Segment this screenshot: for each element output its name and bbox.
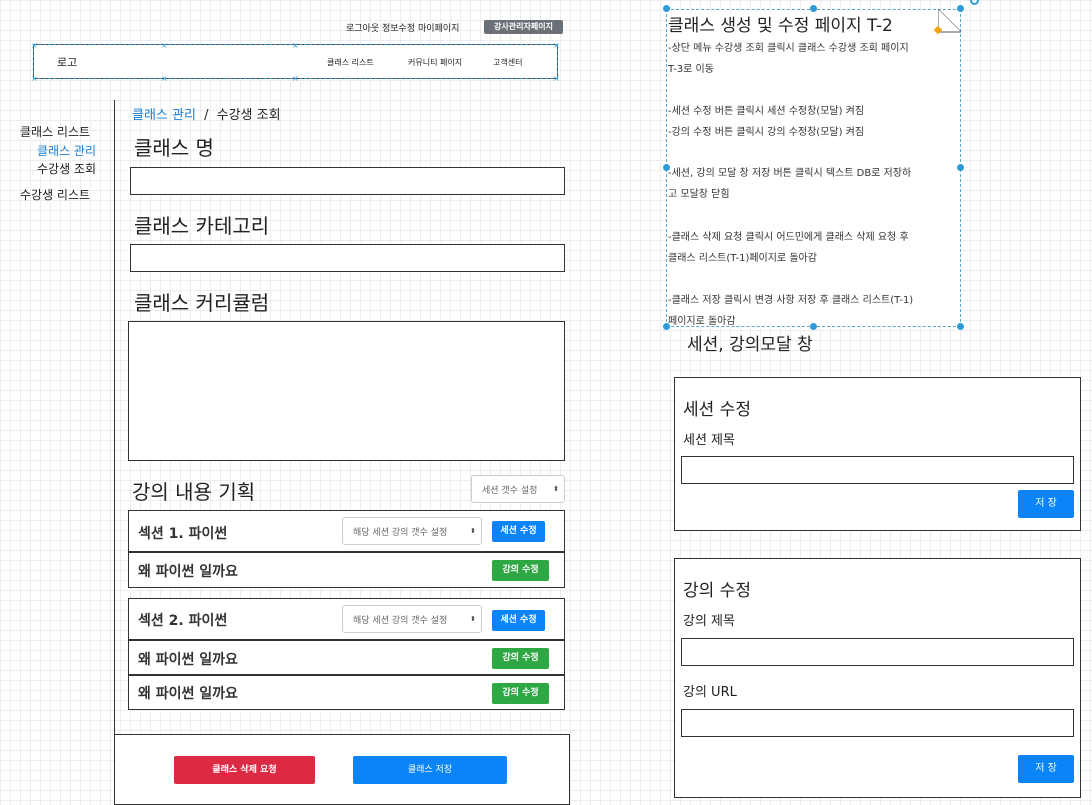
- breadcrumb: 클래스 관리 / 수강생 조회: [132, 104, 281, 123]
- session-edit-modal: 세션 수정 세션 제목 저 장: [674, 377, 1081, 531]
- selection-marker: ×: [31, 41, 38, 50]
- resize-handle[interactable]: [663, 164, 670, 171]
- resize-handle[interactable]: [957, 164, 964, 171]
- lecture-title: 왜 파이썬 일까요: [138, 564, 238, 580]
- session-title-input[interactable]: [681, 456, 1074, 484]
- class-delete-request-button[interactable]: 클래스 삭제 요청: [174, 756, 315, 784]
- session-modal-save-button[interactable]: 저 장: [1018, 490, 1074, 518]
- session-edit-button[interactable]: 세션 수정: [492, 521, 545, 542]
- sidebar-item-student-list[interactable]: 수강생 리스트: [20, 186, 90, 203]
- note-line: T-3로 이동: [668, 64, 714, 75]
- session-count-select-value: 세션 갯수 설정: [482, 485, 538, 496]
- class-name-label: 클래스 명: [134, 136, 214, 160]
- note-line: 페이지로 돌아감: [668, 316, 736, 327]
- lecture-plan-label: 강의 내용 기획: [132, 480, 256, 504]
- session-row: 섹션 1. 파이썬 해당 세션 강의 갯수 설정 ⬍ 세션 수정: [128, 510, 565, 552]
- sidebar-item-class-manage[interactable]: 클래스 관리: [37, 142, 96, 159]
- selection-marker: ×: [31, 74, 38, 83]
- modal-title: 강의 수정: [683, 581, 751, 601]
- class-name-input[interactable]: [130, 167, 565, 195]
- resize-handle[interactable]: [810, 323, 817, 330]
- note-line: 클래스 리스트(T-1)페이지로 돌아감: [668, 253, 817, 264]
- lecture-title: 왜 파이썬 일까요: [138, 686, 238, 702]
- session-count-select[interactable]: 세션 갯수 설정 ⬍: [471, 475, 565, 503]
- lecture-count-select[interactable]: 해당 세션 강의 갯수 설정 ⬍: [342, 517, 482, 545]
- footer-bar: 클래스 삭제 요청 클래스 저장: [114, 734, 570, 805]
- selection-marker: ×: [553, 74, 560, 83]
- selection-marker: ×: [161, 41, 168, 50]
- lecture-count-select[interactable]: 해당 세션 강의 갯수 설정 ⬍: [342, 605, 482, 633]
- note-title: 클래스 생성 및 수정 페이지 T-2: [668, 16, 893, 36]
- sidebar-divider: [114, 100, 115, 800]
- resize-handle[interactable]: [810, 5, 817, 12]
- lecture-url-input[interactable]: [681, 709, 1074, 737]
- class-save-button[interactable]: 클래스 저장: [353, 756, 507, 784]
- modal-caption: 세션, 강의모달 창: [687, 335, 813, 355]
- lecture-row: 왜 파이썬 일까요 강의 수정: [128, 640, 565, 675]
- breadcrumb-current: 수강생 조회: [216, 108, 281, 123]
- resize-handle[interactable]: [663, 5, 670, 12]
- lecture-modal-save-button[interactable]: 저 장: [1018, 755, 1074, 783]
- selection-marker: ×: [161, 74, 168, 83]
- class-curriculum-textarea[interactable]: [128, 321, 565, 461]
- lecture-title-label: 강의 제목: [683, 614, 735, 629]
- lecture-url-label: 강의 URL: [683, 685, 737, 700]
- breadcrumb-link[interactable]: 클래스 관리: [132, 108, 196, 123]
- select-arrows-icon: ⬍: [553, 485, 559, 493]
- lecture-edit-modal: 강의 수정 강의 제목 강의 URL 저 장: [674, 558, 1081, 798]
- lecture-title-input[interactable]: [681, 638, 1074, 666]
- session-title: 섹션 2. 파이썬: [138, 613, 228, 629]
- session-edit-button[interactable]: 세션 수정: [492, 610, 545, 631]
- rotate-handle-icon[interactable]: [970, 0, 979, 5]
- lecture-count-select-value: 해당 세션 강의 갯수 설정: [353, 615, 448, 626]
- session-title: 섹션 1. 파이썬: [138, 526, 228, 542]
- note-line: -클래스 저장 클릭시 변경 사항 저장 후 클래스 리스트(T-1): [668, 295, 914, 306]
- note-line: -상단 메뉴 수강생 조회 클릭시 클래스 수강생 조회 페이지: [668, 43, 909, 54]
- lecture-row: 왜 파이썬 일까요 강의 수정: [128, 552, 565, 588]
- note-line: -강의 수정 버튼 클릭시 강의 수정창(모달) 켜짐: [668, 127, 865, 138]
- lecture-edit-button[interactable]: 강의 수정: [492, 648, 549, 669]
- modal-title: 세션 수정: [683, 400, 751, 420]
- session-title-label: 세션 제목: [683, 433, 735, 448]
- admin-page-badge[interactable]: 강사관리자페이지: [484, 20, 563, 34]
- lecture-row: 왜 파이썬 일까요 강의 수정: [128, 675, 565, 710]
- session-row: 섹션 2. 파이썬 해당 세션 강의 갯수 설정 ⬍ 세션 수정: [128, 598, 565, 640]
- note-line: -세션, 강의 모달 창 저장 버튼 클릭시 텍스트 DB로 저장하: [668, 168, 912, 179]
- resize-handle[interactable]: [957, 323, 964, 330]
- class-curriculum-label: 클래스 커리큘럼: [134, 291, 270, 315]
- note-line: -세션 수정 버튼 클릭시 세션 수정창(모달) 켜짐: [668, 106, 865, 117]
- resize-handle[interactable]: [663, 323, 670, 330]
- breadcrumb-separator: /: [204, 108, 209, 123]
- lecture-edit-button[interactable]: 강의 수정: [492, 560, 549, 581]
- lecture-title: 왜 파이썬 일까요: [138, 652, 238, 668]
- lecture-count-select-value: 해당 세션 강의 갯수 설정: [353, 527, 448, 538]
- class-category-label: 클래스 카테고리: [134, 214, 270, 238]
- select-arrows-icon: ⬍: [470, 527, 476, 535]
- class-category-input[interactable]: [130, 244, 565, 272]
- sidebar-item-student-view[interactable]: 수강생 조회: [37, 160, 96, 177]
- top-links[interactable]: 로그아웃 정보수정 마이페이지: [346, 21, 459, 34]
- sidebar-item-class-list[interactable]: 클래스 리스트: [20, 123, 90, 140]
- selection-marker: ×: [292, 41, 299, 50]
- selection-marker: ×: [292, 74, 299, 83]
- lecture-edit-button[interactable]: 강의 수정: [492, 683, 549, 704]
- resize-handle[interactable]: [957, 5, 964, 12]
- selection-marker: ×: [553, 41, 560, 50]
- note-line: -클래스 삭제 요청 클릭시 어드민에게 클래스 삭제 요청 후: [668, 232, 909, 243]
- note-line: 고 모달창 닫힘: [668, 189, 730, 200]
- select-arrows-icon: ⬍: [470, 615, 476, 623]
